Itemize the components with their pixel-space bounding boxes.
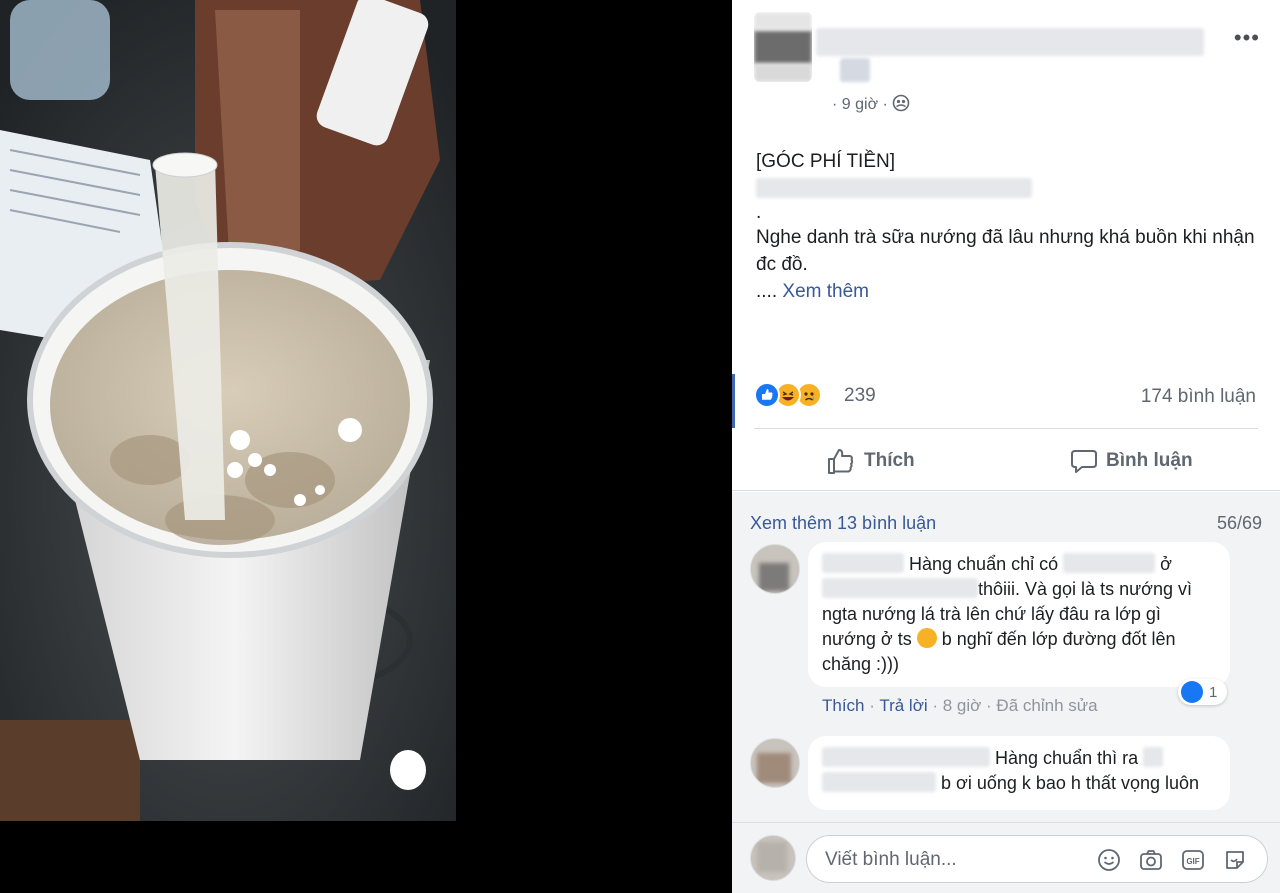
comment-edited: Đã chỉnh sửa: [996, 696, 1098, 715]
thumbs-up-icon: [828, 449, 854, 474]
comment-text: Hàng chuẩn thì ra: [995, 748, 1139, 768]
comment-composer: Viết bình luận... GIF: [732, 822, 1280, 893]
emoji-icon[interactable]: [1097, 848, 1121, 872]
reaction-count[interactable]: 239: [844, 385, 876, 407]
camera-icon[interactable]: [1139, 848, 1163, 872]
post-ellipsis: ....: [756, 281, 778, 302]
comment-bubble-icon: [1071, 450, 1097, 473]
comment-button[interactable]: Bình luận: [1070, 440, 1193, 482]
commenter-avatar[interactable]: [750, 738, 800, 788]
user-avatar: [750, 835, 796, 881]
post-dot: .: [756, 202, 762, 223]
laughing-emoji-icon: [916, 628, 937, 648]
post-time[interactable]: · 9 giờ ·: [832, 96, 888, 113]
redacted-line: [756, 178, 1032, 198]
comment-actions: Thích · Trả lời · 8 giờ · Đã chỉnh sửa: [822, 696, 1098, 715]
reactions-summary: 239 174 bình luận: [732, 378, 1280, 428]
comment-reply-link[interactable]: Trả lời: [879, 696, 927, 715]
comment-like-link[interactable]: Thích: [822, 696, 865, 715]
comment-input-placeholder: Viết bình luận...: [825, 849, 957, 870]
comment-text: Hàng chuẩn chỉ có: [909, 554, 1059, 574]
comment-text: b ơi uống k bao h thất vọng luôn: [941, 773, 1200, 793]
comment-item: Hàng chuẩn thì ra b ơi uống k bao h thất…: [808, 736, 1230, 810]
comment-time[interactable]: 8 giờ: [943, 696, 982, 715]
milk-tea-photo: [0, 0, 456, 821]
comment-text: ở: [1160, 554, 1172, 574]
divider: [754, 428, 1258, 429]
post-photo[interactable]: [0, 0, 456, 821]
commenter-avatar[interactable]: [750, 544, 800, 594]
post-title-line: [GÓC PHÍ TIỀN]: [756, 151, 896, 172]
more-options-icon[interactable]: •••: [1234, 27, 1260, 49]
comment-like-count: 1: [1209, 683, 1218, 701]
like-button[interactable]: Thích: [826, 440, 915, 482]
comment-item: Hàng chuẩn chỉ có ở thôiii. Và gọi là ts…: [808, 542, 1230, 687]
comment-count[interactable]: 174 bình luận: [1141, 386, 1256, 408]
divider: [732, 490, 1280, 491]
like-reaction-icon: [1181, 681, 1203, 703]
comment-input[interactable]: Viết bình luận... GIF: [806, 835, 1268, 883]
gif-icon[interactable]: GIF: [1181, 848, 1205, 872]
sticker-icon[interactable]: [1223, 848, 1247, 872]
reaction-icons[interactable]: [754, 378, 844, 412]
author-name[interactable]: [816, 28, 1204, 56]
post-text: [GÓC PHÍ TIỀN] . Nghe danh trà sữa nướng…: [756, 148, 1256, 305]
friends-privacy-icon[interactable]: [892, 94, 910, 112]
svg-text:GIF: GIF: [1186, 857, 1199, 866]
like-reaction-icon: [754, 382, 780, 408]
see-more-link[interactable]: Xem thêm: [782, 281, 869, 302]
comments-counter: 56/69: [1216, 513, 1262, 533]
post-body: Nghe danh trà sữa nướng đã lâu nhưng khá…: [756, 227, 1255, 275]
commenter-name[interactable]: [822, 747, 990, 767]
post-sidebar: ••• · 9 giờ · [GÓC PHÍ TIỀN] . Nghe danh…: [732, 0, 1280, 893]
comment-like-badge[interactable]: 1: [1178, 679, 1228, 705]
comment-label: Bình luận: [1106, 450, 1193, 471]
post-meta: · 9 giờ ·: [832, 94, 910, 114]
author-avatar[interactable]: [754, 12, 812, 82]
comments-section: Xem thêm 13 bình luận 56/69 Hàng chuẩn c…: [732, 492, 1280, 822]
view-more-comments-link[interactable]: Xem thêm 13 bình luận: [750, 513, 936, 534]
photo-viewer: [0, 0, 732, 893]
commenter-name[interactable]: [822, 553, 904, 573]
like-label: Thích: [864, 450, 915, 471]
